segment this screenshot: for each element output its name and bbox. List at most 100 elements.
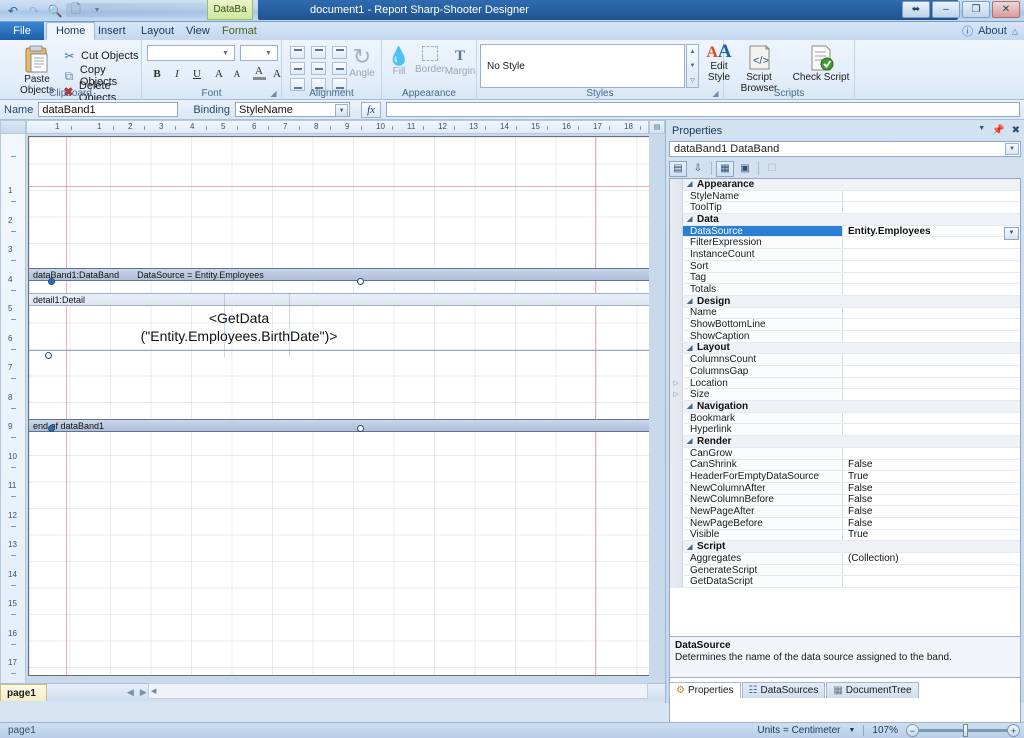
zoom-track[interactable] bbox=[919, 724, 1007, 737]
horizontal-ruler[interactable]: 112345678910111213141516171819 bbox=[26, 120, 649, 134]
property-value[interactable] bbox=[843, 331, 1020, 342]
align-middle-center-button[interactable] bbox=[311, 62, 326, 75]
property-value[interactable] bbox=[843, 308, 1020, 319]
scroll-up-icon[interactable]: ▲ bbox=[687, 45, 698, 59]
property-row[interactable]: InstanceCount bbox=[670, 249, 1020, 261]
end-band-handle-left[interactable] bbox=[48, 425, 55, 432]
property-category-row[interactable]: ◢ Appearance bbox=[670, 179, 1020, 191]
grow-font-button[interactable]: A bbox=[210, 66, 228, 82]
property-value[interactable] bbox=[843, 202, 1020, 213]
property-row[interactable]: Bookmark bbox=[670, 413, 1020, 425]
band-end-databand1[interactable]: end of dataBand1 bbox=[29, 419, 649, 432]
property-value[interactable] bbox=[843, 319, 1020, 330]
object-selector-combo[interactable]: dataBand1 DataBand ▼ bbox=[669, 141, 1021, 157]
zoom-in-button[interactable]: + bbox=[1007, 724, 1020, 737]
expand-icon[interactable]: ▷ bbox=[670, 389, 682, 400]
undo-icon[interactable]: ↶ bbox=[4, 2, 22, 19]
property-row[interactable]: ColumnsGap bbox=[670, 366, 1020, 378]
chevron-down-icon[interactable]: ▼ bbox=[219, 46, 232, 60]
property-row[interactable]: ▷ Size bbox=[670, 389, 1020, 402]
zoom-out-button[interactable]: − bbox=[906, 724, 919, 737]
property-value[interactable] bbox=[843, 261, 1020, 272]
vertical-ruler[interactable]: 1 2 3 4 5 6 7 8 9 10 11 12 13 14 15 16 17 bbox=[0, 134, 26, 683]
detail-resize-handle[interactable] bbox=[45, 352, 52, 359]
margin-button[interactable]: T Margin bbox=[444, 46, 476, 77]
restore-button[interactable]: ⬌ bbox=[902, 1, 930, 18]
tab-datasources[interactable]: ☷ DataSources bbox=[741, 682, 826, 698]
close-icon[interactable]: ✖ bbox=[1012, 125, 1020, 136]
expand-collapse-icon[interactable]: ◢ bbox=[687, 180, 692, 188]
property-value[interactable]: False bbox=[843, 459, 1020, 470]
alphabetical-view-icon[interactable]: ⇩ bbox=[689, 161, 707, 177]
property-row[interactable]: Tag bbox=[670, 272, 1020, 285]
property-row[interactable]: Name bbox=[670, 307, 1020, 320]
property-category-row[interactable]: ◢ Script bbox=[670, 541, 1020, 553]
property-row[interactable]: ToolTip bbox=[670, 202, 1020, 215]
property-value[interactable]: False bbox=[843, 494, 1020, 505]
panel-menu-icon[interactable]: ▼ bbox=[978, 125, 985, 136]
band-handle-left[interactable] bbox=[48, 278, 55, 285]
font-color-button[interactable]: A bbox=[250, 64, 268, 80]
property-row[interactable]: Aggregates (Collection) bbox=[670, 553, 1020, 565]
units-selector[interactable]: Units = Centimeter bbox=[757, 725, 840, 736]
zoom-knob[interactable] bbox=[963, 724, 968, 737]
property-row[interactable]: Sort bbox=[670, 261, 1020, 273]
category-label[interactable]: ◢ Render bbox=[683, 436, 1020, 447]
property-category-row[interactable]: ◢ Design bbox=[670, 296, 1020, 308]
property-row[interactable]: DataSource Entity.Employees ▼ bbox=[670, 226, 1020, 240]
property-row[interactable]: FilterExpression bbox=[670, 237, 1020, 250]
font-size-combo[interactable]: ▼ bbox=[240, 45, 278, 61]
band-detail1[interactable]: detail1:Detail bbox=[29, 293, 649, 306]
property-value[interactable]: True bbox=[843, 471, 1020, 482]
property-row[interactable]: HeaderForEmptyDataSource True bbox=[670, 471, 1020, 483]
pin-icon[interactable]: 📌 bbox=[992, 125, 1004, 136]
expand-collapse-icon[interactable]: ◢ bbox=[687, 344, 692, 352]
expand-collapse-icon[interactable]: ◢ bbox=[687, 215, 692, 223]
property-window-icon[interactable]: ☐ bbox=[763, 161, 781, 177]
property-category-row[interactable]: ◢ Layout bbox=[670, 342, 1020, 355]
property-category-row[interactable]: ◢ Render bbox=[670, 436, 1020, 448]
underline-button[interactable]: U bbox=[188, 66, 206, 82]
fill-button[interactable]: 💧 Fill bbox=[384, 46, 414, 77]
expand-icon[interactable]: ▷ bbox=[670, 378, 682, 389]
scroll-left-icon[interactable]: ◀ bbox=[151, 687, 156, 695]
tab-insert[interactable]: Insert bbox=[88, 22, 136, 40]
close-button[interactable]: ✕ bbox=[992, 1, 1020, 18]
object-name-input[interactable]: dataBand1 bbox=[38, 102, 179, 117]
binding-combo[interactable]: StyleName ▼ bbox=[235, 102, 351, 117]
property-value[interactable] bbox=[843, 191, 1020, 202]
property-value[interactable] bbox=[843, 249, 1020, 260]
zoom-slider[interactable]: − + bbox=[906, 724, 1020, 737]
property-row[interactable]: ShowCaption bbox=[670, 331, 1020, 343]
gallery-more-icon[interactable]: ▽ bbox=[687, 73, 698, 87]
tab-documenttree[interactable]: ▦ DocumentTree bbox=[826, 682, 919, 698]
property-row[interactable]: CanShrink False bbox=[670, 459, 1020, 472]
cut-objects-button[interactable]: ✂ Cut Objects bbox=[62, 48, 138, 63]
property-row[interactable]: GetDataScript bbox=[670, 576, 1020, 589]
property-row[interactable]: ▷ Location bbox=[670, 378, 1020, 390]
band-databand1[interactable]: dataBand1:DataBand DataSource = Entity.E… bbox=[29, 268, 649, 281]
preview-icon[interactable]: 🔍 bbox=[46, 2, 64, 19]
property-row[interactable]: NewPageBefore False bbox=[670, 518, 1020, 530]
property-value[interactable]: False bbox=[843, 518, 1020, 529]
property-row[interactable]: StyleName bbox=[670, 191, 1020, 203]
property-row[interactable]: NewPageAfter False bbox=[670, 506, 1020, 518]
align-top-left-button[interactable] bbox=[290, 46, 305, 59]
text-object-getdata[interactable]: <GetData ("Entity.Employees.BirthDate")> bbox=[109, 309, 369, 345]
horizontal-scrollbar[interactable]: ◀ bbox=[148, 683, 648, 699]
style-gallery-scroll[interactable]: ▲ ▼ ▽ bbox=[686, 44, 699, 88]
property-row[interactable]: ColumnsCount bbox=[670, 354, 1020, 366]
angle-button[interactable]: ↻ Angle bbox=[344, 46, 380, 80]
property-value[interactable] bbox=[843, 424, 1020, 435]
category-label[interactable]: ◢ Data bbox=[683, 214, 1020, 225]
units-chevron-icon[interactable]: ▼ bbox=[848, 727, 855, 734]
category-label[interactable]: ◢ Design bbox=[683, 296, 1020, 307]
property-value[interactable] bbox=[843, 389, 1020, 400]
property-value[interactable] bbox=[843, 576, 1020, 587]
expression-input[interactable] bbox=[386, 102, 1020, 117]
property-value[interactable] bbox=[843, 378, 1020, 389]
property-row[interactable]: Totals bbox=[670, 284, 1020, 296]
property-row[interactable]: Visible True bbox=[670, 529, 1020, 542]
expand-collapse-icon[interactable]: ◢ bbox=[687, 543, 692, 551]
design-canvas[interactable]: dataBand1:DataBand DataSource = Entity.E… bbox=[26, 134, 649, 683]
